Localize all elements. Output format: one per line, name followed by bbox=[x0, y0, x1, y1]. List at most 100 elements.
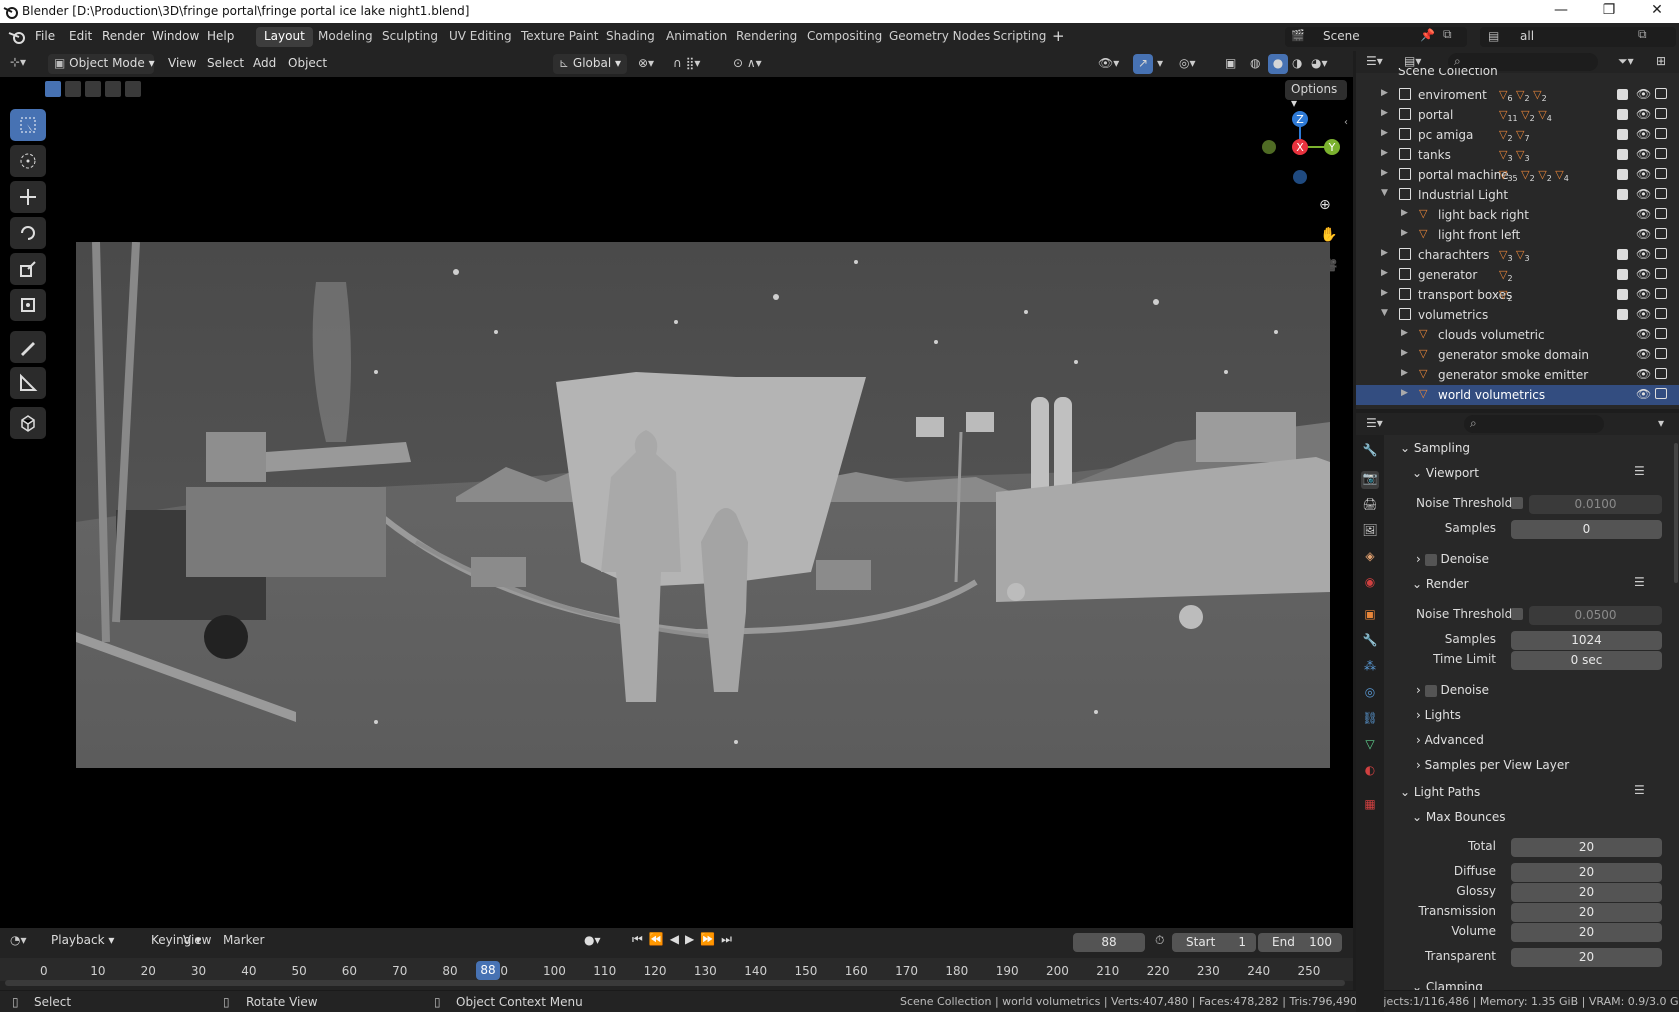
scene-tab-icon[interactable]: ◈ bbox=[1361, 549, 1379, 567]
outliner-row[interactable]: ▶ portal ▽11 ▽2 ▽4 👁 bbox=[1356, 105, 1679, 125]
r-denoise-checkbox[interactable] bbox=[1424, 684, 1437, 697]
view-layer-selector[interactable]: ▤ all ⧉ bbox=[1480, 27, 1676, 47]
view-layer-new-icon[interactable]: ⧉ bbox=[1638, 27, 1647, 42]
properties-options-icon[interactable]: ▾ bbox=[1658, 416, 1664, 430]
outliner-row[interactable]: ▶ tanks ▽3 ▽3 👁 bbox=[1356, 145, 1679, 165]
world-tab-icon[interactable]: ◉ bbox=[1361, 575, 1379, 593]
data-tab-icon[interactable]: ▽ bbox=[1361, 737, 1379, 755]
menu-edit[interactable]: Edit bbox=[69, 29, 92, 43]
render-subsection[interactable]: ⌄ Render bbox=[1412, 577, 1469, 591]
exclude-checkbox[interactable] bbox=[1617, 269, 1628, 280]
collapsed-arrow-icon[interactable]: ▶ bbox=[1401, 328, 1408, 338]
render-camera-icon[interactable] bbox=[1655, 88, 1667, 99]
visibility-eye-icon[interactable]: 👁 bbox=[1636, 327, 1651, 341]
render-camera-icon[interactable] bbox=[1655, 248, 1667, 259]
render-camera-icon[interactable] bbox=[1655, 228, 1667, 239]
annotate-tool[interactable] bbox=[10, 331, 46, 363]
glossy-field[interactable]: 20 bbox=[1511, 883, 1662, 902]
max-bounces-subsection[interactable]: ⌄ Max Bounces bbox=[1412, 810, 1506, 824]
total-field[interactable]: 20 bbox=[1511, 838, 1662, 857]
collapsed-arrow-icon[interactable]: ▶ bbox=[1381, 128, 1388, 138]
visibility-eye-icon[interactable]: 👁 bbox=[1636, 167, 1651, 181]
outliner-row[interactable]: ▶ ▽ clouds volumetric 👁 bbox=[1356, 325, 1679, 345]
outliner-row[interactable]: ▶ ▽ light front left 👁 bbox=[1356, 225, 1679, 245]
collapsed-arrow-icon[interactable]: ▶ bbox=[1381, 168, 1388, 178]
outliner-row[interactable]: ▶ generator ▽2 👁 bbox=[1356, 265, 1679, 285]
render-presets-icon[interactable]: ☰ bbox=[1634, 575, 1645, 589]
overlay-icon[interactable]: ◎▾ bbox=[1179, 56, 1196, 70]
menu-marker[interactable]: Marker bbox=[223, 933, 264, 947]
outliner-editor-type-icon[interactable]: ☰▾ bbox=[1366, 54, 1383, 68]
playhead[interactable]: 88 bbox=[476, 961, 500, 980]
menu-render[interactable]: Render bbox=[102, 29, 145, 43]
outliner-row[interactable]: ▶ enviroment ▽6 ▽2 ▽2 👁 bbox=[1356, 85, 1679, 105]
exclude-checkbox[interactable] bbox=[1617, 169, 1628, 180]
options-dropdown[interactable]: Options ▾ bbox=[1285, 80, 1347, 110]
outliner-row[interactable]: ▶ ▽ world volumetrics 👁 bbox=[1356, 385, 1679, 405]
move-tool[interactable] bbox=[10, 181, 46, 213]
outliner-row[interactable]: ▼ volumetrics 👁 bbox=[1356, 305, 1679, 325]
menu-window[interactable]: Window bbox=[152, 29, 199, 43]
sampling-section[interactable]: ⌄ Sampling bbox=[1400, 441, 1470, 455]
record-icon[interactable]: ●▾ bbox=[584, 933, 601, 947]
rotate-tool[interactable] bbox=[10, 217, 46, 249]
visibility-eye-icon[interactable]: 👁 bbox=[1636, 367, 1651, 381]
light-paths-presets-icon[interactable]: ☰ bbox=[1634, 783, 1645, 797]
particles-tab-icon[interactable]: ⁂ bbox=[1361, 659, 1379, 677]
measure-tool[interactable] bbox=[10, 367, 46, 399]
collapsed-arrow-icon[interactable]: ▶ bbox=[1401, 368, 1408, 378]
gizmo-dropdown-icon[interactable]: ▾ bbox=[1157, 56, 1163, 70]
playback-controls-icon[interactable]: ⏮⏪◀▶⏩⏭ bbox=[632, 932, 738, 947]
render-camera-icon[interactable] bbox=[1655, 288, 1667, 299]
visibility-eye-icon[interactable]: 👁 bbox=[1636, 267, 1651, 281]
visibility-icon[interactable]: 👁▾ bbox=[1098, 56, 1119, 70]
visibility-eye-icon[interactable]: 👁 bbox=[1636, 227, 1651, 241]
visibility-eye-icon[interactable]: 👁 bbox=[1636, 347, 1651, 361]
object-mode-dropdown[interactable]: ▣ Object Mode ▾ bbox=[48, 54, 155, 74]
output-tab-icon[interactable]: 🖨 bbox=[1361, 497, 1379, 515]
vp-noise-threshold-field[interactable]: 0.0100 bbox=[1529, 495, 1662, 514]
pan-hand-icon[interactable]: ✋ bbox=[1320, 227, 1337, 243]
light-paths-section[interactable]: ⌄ Light Paths bbox=[1400, 785, 1480, 799]
render-camera-icon[interactable] bbox=[1655, 368, 1667, 379]
outliner-row[interactable]: ▶ ▽ light back right 👁 bbox=[1356, 205, 1679, 225]
transmission-field[interactable]: 20 bbox=[1511, 903, 1662, 922]
material-tab-icon[interactable]: ◐ bbox=[1361, 763, 1379, 781]
collapsed-arrow-icon[interactable]: ▶ bbox=[1401, 388, 1408, 398]
outliner-row[interactable]: ▶ pc amiga ▽2 ▽7 👁 bbox=[1356, 125, 1679, 145]
visibility-eye-icon[interactable]: 👁 bbox=[1636, 287, 1651, 301]
r-samples-field[interactable]: 1024 bbox=[1511, 631, 1662, 650]
vp-samples-field[interactable]: 0 bbox=[1511, 520, 1662, 539]
collapsed-arrow-icon[interactable]: ▶ bbox=[1381, 88, 1388, 98]
tab-uv-editing[interactable]: UV Editing bbox=[441, 27, 520, 47]
exclude-checkbox[interactable] bbox=[1617, 289, 1628, 300]
solid-shading-icon[interactable]: ● bbox=[1268, 54, 1288, 74]
timeline-scrollbar[interactable] bbox=[5, 980, 1345, 986]
visibility-eye-icon[interactable]: 👁 bbox=[1636, 87, 1651, 101]
tab-texture-paint[interactable]: Texture Paint bbox=[513, 27, 606, 47]
visibility-eye-icon[interactable]: 👁 bbox=[1636, 107, 1651, 121]
render-camera-icon[interactable] bbox=[1655, 268, 1667, 279]
render-camera-icon[interactable] bbox=[1655, 108, 1667, 119]
outliner-row[interactable]: ▶ charachters ▽3 ▽3 👁 bbox=[1356, 245, 1679, 265]
visibility-eye-icon[interactable]: 👁 bbox=[1636, 187, 1651, 201]
vp-noise-threshold-checkbox[interactable] bbox=[1511, 497, 1523, 509]
exclude-checkbox[interactable] bbox=[1617, 89, 1628, 100]
tab-shading[interactable]: Shading bbox=[598, 27, 663, 47]
render-tab-icon[interactable]: 📷 bbox=[1361, 471, 1379, 489]
expanded-arrow-icon[interactable]: ▼ bbox=[1381, 308, 1388, 318]
visibility-eye-icon[interactable]: 👁 bbox=[1636, 307, 1651, 321]
clamping-subsection[interactable]: ⌄ Clamping bbox=[1412, 980, 1483, 990]
menu-select[interactable]: Select bbox=[207, 56, 244, 70]
gizmo-toggle-icon[interactable]: ↗ bbox=[1133, 54, 1153, 74]
new-collection-icon[interactable]: ⊞ bbox=[1656, 54, 1666, 68]
end-frame-field[interactable]: End 100 bbox=[1258, 933, 1342, 952]
snap-icon[interactable]: ∩ ⣿▾ bbox=[673, 56, 700, 70]
exclude-checkbox[interactable] bbox=[1617, 189, 1628, 200]
samples-per-view-layer-subsection[interactable]: › Samples per View Layer bbox=[1416, 758, 1569, 772]
outliner-row[interactable]: ▼ Industrial Light 👁 bbox=[1356, 185, 1679, 205]
menu-timeline-view[interactable]: View bbox=[183, 933, 211, 947]
volume-field[interactable]: 20 bbox=[1511, 923, 1662, 942]
close-button[interactable]: ✕ bbox=[1644, 2, 1670, 18]
transparent-field[interactable]: 20 bbox=[1511, 948, 1662, 967]
